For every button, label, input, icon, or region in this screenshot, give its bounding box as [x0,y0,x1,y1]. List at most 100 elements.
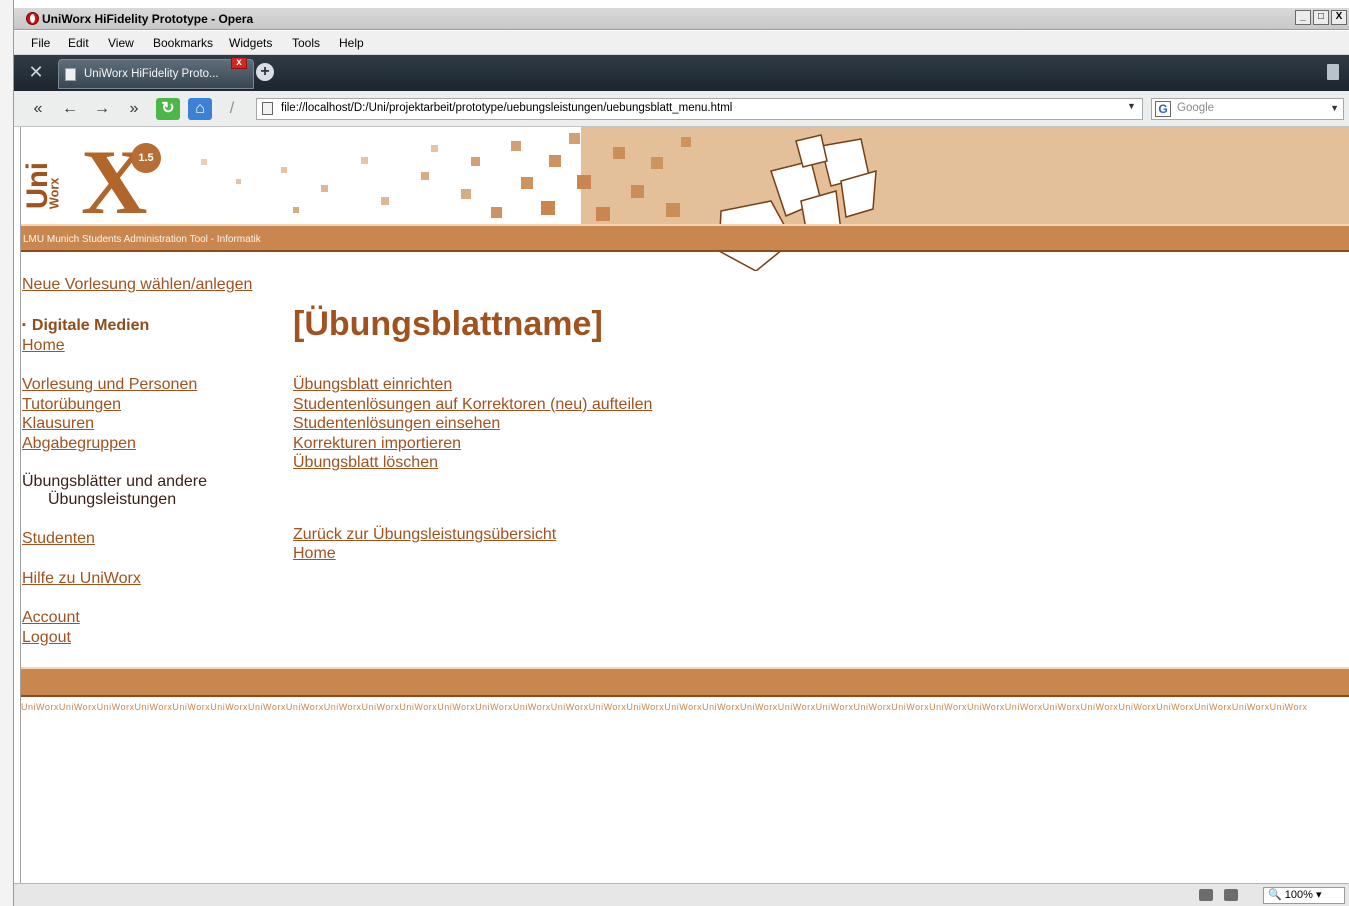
decor-square [577,175,591,189]
menu-edit[interactable]: Edit [68,36,89,50]
action-assign-correctors-link[interactable]: Studentenlösungen auf Korrektoren (neu) … [293,395,993,415]
browser-window: UniWorx HiFidelity Prototype - Opera _ □… [14,0,1349,906]
address-field[interactable]: file://localhost/D:/Uni/projektarbeit/pr… [256,98,1143,120]
nav-home-link[interactable]: Home [22,336,282,356]
decor-square [236,179,241,184]
version-badge: 1.5 [131,143,161,173]
reload-icon[interactable]: ↻ [156,98,180,120]
camera-icon[interactable] [1224,889,1238,901]
action-import-corrections-link[interactable]: Korrekturen importieren [293,434,993,454]
nav-new-lecture-link[interactable]: Neue Vorlesung wählen/anlegen [22,275,282,295]
rewind-icon[interactable]: « [26,98,50,120]
menu-file[interactable]: File [31,36,50,50]
menu-bar: File Edit View Bookmarks Widgets Tools H… [14,31,1349,55]
decor-square [431,145,438,152]
decor-square [596,207,610,221]
maximize-button[interactable]: □ [1313,10,1329,25]
close-button[interactable]: X [1331,10,1347,25]
page-title: [Übungsblattname] [293,305,603,343]
tab-bar: ✕ UniWorx HiFidelity Proto... x + [14,55,1349,91]
nav-tutorials-link[interactable]: Tutorübungen [22,395,282,415]
decor-square [651,157,663,169]
decor-square [201,159,207,165]
window-controls: _ □ X [1295,10,1347,25]
nav-students-link[interactable]: Studenten [22,529,282,549]
sidebar-nav: Neue Vorlesung wählen/anlegen Digitale M… [22,275,282,647]
decor-square [511,141,521,151]
decor-square [631,185,644,198]
status-bar: 🔍 100% ▾ [14,883,1349,906]
decor-square [471,157,480,166]
search-placeholder: Google [1177,102,1215,114]
nav-groups-link[interactable]: Abgabegruppen [22,434,282,454]
back-to-overview-link[interactable]: Zurück zur Übungsleistungsübersicht [293,525,993,545]
decor-square [541,201,555,215]
decor-square [461,189,471,199]
decor-square [681,137,691,147]
decor-square [521,177,533,189]
wand-icon[interactable]: / [220,98,244,120]
zoom-control[interactable]: 🔍 100% ▾ [1263,887,1345,904]
action-setup-sheet-link[interactable]: Übungsblatt einrichten [293,375,993,395]
title-bar: UniWorx HiFidelity Prototype - Opera _ □… [14,8,1349,30]
opera-logo-icon [26,12,39,25]
decor-square [666,203,680,217]
main-content: [Übungsblattname] Übungsblatt einrichten… [293,303,993,564]
action-list: Übungsblatt einrichten Studentenlösungen… [293,375,993,473]
home-icon[interactable]: ⌂ [188,98,212,120]
page-icon [262,102,273,115]
page-viewport: Uni Worx X 1.5 LMU Munich Students Admin… [20,127,1349,883]
nav-current-section: Übungsblätter und andere Übungsleistunge… [22,473,282,509]
speaker-icon[interactable] [1199,889,1213,901]
decor-square [281,167,287,173]
main-home-link[interactable]: Home [293,544,993,564]
panel-toggle-icon[interactable]: ✕ [26,62,46,82]
decor-square [569,133,580,144]
tab-uniworx[interactable]: UniWorx HiFidelity Proto... x [58,57,254,89]
nav-current-line1: Übungsblätter und andere [22,473,208,490]
footer-band [21,667,1349,697]
nav-lecture-persons-link[interactable]: Vorlesung und Personen [22,375,282,395]
address-dropdown-icon[interactable]: ▼ [1127,101,1136,111]
tab-close-icon[interactable]: x [231,57,247,69]
banner-subtitle: LMU Munich Students Administration Tool … [23,234,261,245]
banner-tan-area [581,127,1349,224]
decor-square [293,207,299,213]
navigation-bar: « ← → » ↻ ⌂ / file://localhost/D:/Uni/pr… [14,91,1349,127]
decor-square [613,147,625,159]
decor-square [381,197,389,205]
action-delete-sheet-link[interactable]: Übungsblatt löschen [293,453,993,473]
trash-icon[interactable] [1327,64,1339,80]
address-url: file://localhost/D:/Uni/projektarbeit/pr… [281,102,733,114]
menu-widgets[interactable]: Widgets [229,36,272,50]
menu-help[interactable]: Help [339,36,364,50]
uniworx-logo-text: Uni Worx [22,162,61,209]
nav-current-line2: Übungsleistungen [48,491,177,508]
window-title: UniWorx HiFidelity Prototype - Opera [42,12,254,26]
minimize-button[interactable]: _ [1295,10,1311,25]
search-dropdown-icon[interactable]: ▼ [1330,103,1339,113]
nav-help-link[interactable]: Hilfe zu UniWorx [22,569,282,589]
nav-exams-link[interactable]: Klausuren [22,414,282,434]
footer-pattern-text: UniWorxUniWorxUniWorxUniWorxUniWorxUniWo… [21,702,1308,712]
back-icon[interactable]: ← [58,98,82,120]
forward-icon[interactable]: → [90,98,114,120]
desktop-edge [0,0,14,906]
back-links: Zurück zur Übungsleistungsübersicht Home [293,525,993,564]
logo-worx-text: Worx [48,178,61,209]
menu-view[interactable]: View [108,36,134,50]
fast-forward-icon[interactable]: » [122,98,146,120]
course-title: Digitale Medien [22,315,282,336]
action-view-solutions-link[interactable]: Studentenlösungen einsehen [293,414,993,434]
menu-tools[interactable]: Tools [292,36,320,50]
nav-account-link[interactable]: Account [22,608,282,628]
menu-bookmarks[interactable]: Bookmarks [153,36,213,50]
zoom-value: 100% [1284,889,1313,901]
tab-label: UniWorx HiFidelity Proto... [84,68,219,80]
decor-square [549,155,561,167]
new-tab-icon[interactable]: + [256,63,274,81]
nav-logout-link[interactable]: Logout [22,628,282,648]
decor-square [491,207,502,218]
decor-square [321,185,328,192]
search-field[interactable]: G Google ▼ [1151,98,1344,120]
